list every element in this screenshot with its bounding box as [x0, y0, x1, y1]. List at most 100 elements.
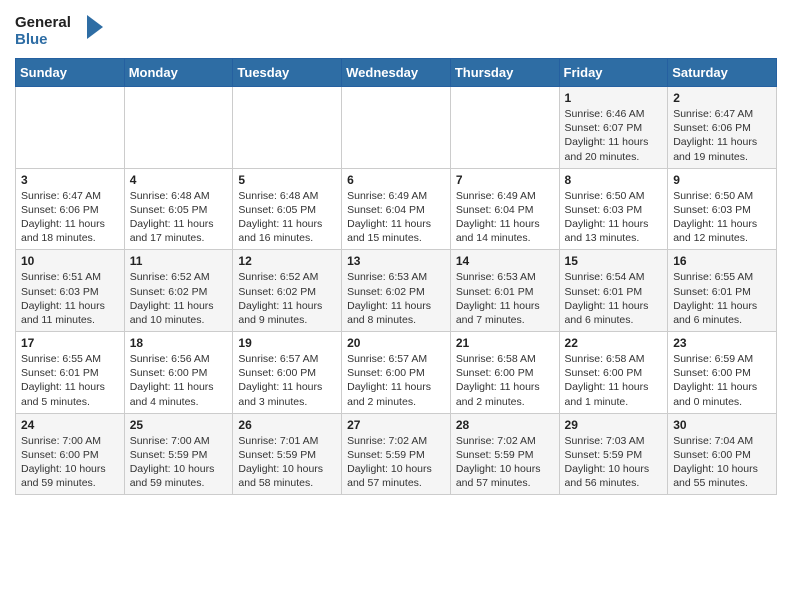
day-number: 13	[347, 254, 445, 268]
day-cell: 10 Sunrise: 6:51 AMSunset: 6:03 PMDayligh…	[16, 250, 125, 332]
day-info: Sunrise: 6:55 AMSunset: 6:01 PMDaylight:…	[21, 352, 119, 409]
day-number: 14	[456, 254, 554, 268]
day-number: 4	[130, 173, 228, 187]
day-cell: 9 Sunrise: 6:50 AMSunset: 6:03 PMDaylight…	[668, 168, 777, 250]
day-info: Sunrise: 6:54 AMSunset: 6:01 PMDaylight:…	[565, 270, 663, 327]
day-cell: 21 Sunrise: 6:58 AMSunset: 6:00 PMDayligh…	[450, 332, 559, 414]
day-cell: 18Sunrise: 6:56 AMSunset: 6:00 PMDayligh…	[124, 332, 233, 414]
day-cell: 23Sunrise: 6:59 AMSunset: 6:00 PMDayligh…	[668, 332, 777, 414]
header: GeneralBlue	[15, 10, 777, 50]
day-cell: 1 Sunrise: 6:46 AMSunset: 6:07 PMDaylight…	[559, 87, 668, 169]
weekday-header-friday: Friday	[559, 59, 668, 87]
day-info: Sunrise: 6:55 AMSunset: 6:01 PMDaylight:…	[673, 270, 771, 327]
day-info: Sunrise: 7:04 AMSunset: 6:00 PMDaylight:…	[673, 434, 771, 491]
day-cell	[233, 87, 342, 169]
weekday-header-monday: Monday	[124, 59, 233, 87]
day-cell: 30 Sunrise: 7:04 AMSunset: 6:00 PMDayligh…	[668, 413, 777, 495]
day-cell: 8 Sunrise: 6:50 AMSunset: 6:03 PMDaylight…	[559, 168, 668, 250]
day-number: 17	[21, 336, 119, 350]
day-cell: 7 Sunrise: 6:49 AMSunset: 6:04 PMDaylight…	[450, 168, 559, 250]
day-cell: 11Sunrise: 6:52 AMSunset: 6:02 PMDayligh…	[124, 250, 233, 332]
logo: GeneralBlue	[15, 10, 105, 50]
day-number: 24	[21, 418, 119, 432]
day-info: Sunrise: 6:51 AMSunset: 6:03 PMDaylight:…	[21, 270, 119, 327]
day-number: 6	[347, 173, 445, 187]
day-cell: 4Sunrise: 6:48 AMSunset: 6:05 PMDaylight…	[124, 168, 233, 250]
day-number: 1	[565, 91, 663, 105]
day-info: Sunrise: 6:47 AMSunset: 6:06 PMDaylight:…	[673, 107, 771, 164]
weekday-header-sunday: Sunday	[16, 59, 125, 87]
weekday-header-tuesday: Tuesday	[233, 59, 342, 87]
day-cell: 15 Sunrise: 6:54 AMSunset: 6:01 PMDayligh…	[559, 250, 668, 332]
day-info: Sunrise: 7:01 AMSunset: 5:59 PMDaylight:…	[238, 434, 336, 491]
day-cell: 2 Sunrise: 6:47 AMSunset: 6:06 PMDaylight…	[668, 87, 777, 169]
day-number: 20	[347, 336, 445, 350]
day-cell: 22 Sunrise: 6:58 AMSunset: 6:00 PMDayligh…	[559, 332, 668, 414]
day-info: Sunrise: 7:03 AMSunset: 5:59 PMDaylight:…	[565, 434, 663, 491]
day-info: Sunrise: 6:48 AMSunset: 6:05 PMDaylight:…	[238, 189, 336, 246]
day-number: 29	[565, 418, 663, 432]
day-number: 30	[673, 418, 771, 432]
day-number: 15	[565, 254, 663, 268]
day-number: 8	[565, 173, 663, 187]
day-number: 9	[673, 173, 771, 187]
day-cell: 29 Sunrise: 7:03 AMSunset: 5:59 PMDayligh…	[559, 413, 668, 495]
day-cell: 5 Sunrise: 6:48 AMSunset: 6:05 PMDaylight…	[233, 168, 342, 250]
week-row-2: 10 Sunrise: 6:51 AMSunset: 6:03 PMDayligh…	[16, 250, 777, 332]
day-number: 21	[456, 336, 554, 350]
day-info: Sunrise: 6:58 AMSunset: 6:00 PMDaylight:…	[565, 352, 663, 409]
day-number: 26	[238, 418, 336, 432]
day-info: Sunrise: 6:59 AMSunset: 6:00 PMDaylight:…	[673, 352, 771, 409]
day-info: Sunrise: 6:50 AMSunset: 6:03 PMDaylight:…	[673, 189, 771, 246]
day-cell	[124, 87, 233, 169]
day-info: Sunrise: 7:00 AMSunset: 6:00 PMDaylight:…	[21, 434, 119, 491]
day-info: Sunrise: 6:53 AMSunset: 6:02 PMDaylight:…	[347, 270, 445, 327]
calendar-table: SundayMondayTuesdayWednesdayThursdayFrid…	[15, 58, 777, 495]
day-number: 22	[565, 336, 663, 350]
day-cell: 16 Sunrise: 6:55 AMSunset: 6:01 PMDayligh…	[668, 250, 777, 332]
day-number: 3	[21, 173, 119, 187]
day-cell: 20 Sunrise: 6:57 AMSunset: 6:00 PMDayligh…	[342, 332, 451, 414]
day-cell: 27 Sunrise: 7:02 AMSunset: 5:59 PMDayligh…	[342, 413, 451, 495]
week-row-0: 1 Sunrise: 6:46 AMSunset: 6:07 PMDaylight…	[16, 87, 777, 169]
day-info: Sunrise: 6:52 AMSunset: 6:02 PMDaylight:…	[130, 270, 228, 327]
day-number: 27	[347, 418, 445, 432]
day-number: 12	[238, 254, 336, 268]
day-info: Sunrise: 6:46 AMSunset: 6:07 PMDaylight:…	[565, 107, 663, 164]
day-cell: 13 Sunrise: 6:53 AMSunset: 6:02 PMDayligh…	[342, 250, 451, 332]
day-number: 25	[130, 418, 228, 432]
day-cell: 6 Sunrise: 6:49 AMSunset: 6:04 PMDaylight…	[342, 168, 451, 250]
day-number: 19	[238, 336, 336, 350]
svg-text:Blue: Blue	[15, 31, 48, 48]
week-row-4: 24 Sunrise: 7:00 AMSunset: 6:00 PMDayligh…	[16, 413, 777, 495]
weekday-header-saturday: Saturday	[668, 59, 777, 87]
day-info: Sunrise: 6:50 AMSunset: 6:03 PMDaylight:…	[565, 189, 663, 246]
day-info: Sunrise: 6:57 AMSunset: 6:00 PMDaylight:…	[347, 352, 445, 409]
day-number: 7	[456, 173, 554, 187]
page: GeneralBlue SundayMondayTuesdayWednesday…	[0, 0, 792, 510]
day-number: 10	[21, 254, 119, 268]
day-number: 2	[673, 91, 771, 105]
week-row-1: 3 Sunrise: 6:47 AMSunset: 6:06 PMDaylight…	[16, 168, 777, 250]
day-cell	[342, 87, 451, 169]
day-info: Sunrise: 6:57 AMSunset: 6:00 PMDaylight:…	[238, 352, 336, 409]
day-info: Sunrise: 7:02 AMSunset: 5:59 PMDaylight:…	[347, 434, 445, 491]
day-cell: 26 Sunrise: 7:01 AMSunset: 5:59 PMDayligh…	[233, 413, 342, 495]
day-info: Sunrise: 6:58 AMSunset: 6:00 PMDaylight:…	[456, 352, 554, 409]
day-number: 16	[673, 254, 771, 268]
svg-text:General: General	[15, 14, 71, 31]
day-number: 5	[238, 173, 336, 187]
day-cell: 17 Sunrise: 6:55 AMSunset: 6:01 PMDayligh…	[16, 332, 125, 414]
weekday-header-thursday: Thursday	[450, 59, 559, 87]
day-number: 28	[456, 418, 554, 432]
day-cell: 12Sunrise: 6:52 AMSunset: 6:02 PMDayligh…	[233, 250, 342, 332]
day-info: Sunrise: 6:56 AMSunset: 6:00 PMDaylight:…	[130, 352, 228, 409]
day-cell: 24 Sunrise: 7:00 AMSunset: 6:00 PMDayligh…	[16, 413, 125, 495]
day-info: Sunrise: 6:49 AMSunset: 6:04 PMDaylight:…	[456, 189, 554, 246]
day-info: Sunrise: 6:47 AMSunset: 6:06 PMDaylight:…	[21, 189, 119, 246]
weekday-header-wednesday: Wednesday	[342, 59, 451, 87]
day-cell	[450, 87, 559, 169]
day-info: Sunrise: 6:49 AMSunset: 6:04 PMDaylight:…	[347, 189, 445, 246]
day-info: Sunrise: 6:53 AMSunset: 6:01 PMDaylight:…	[456, 270, 554, 327]
day-cell: 3 Sunrise: 6:47 AMSunset: 6:06 PMDaylight…	[16, 168, 125, 250]
